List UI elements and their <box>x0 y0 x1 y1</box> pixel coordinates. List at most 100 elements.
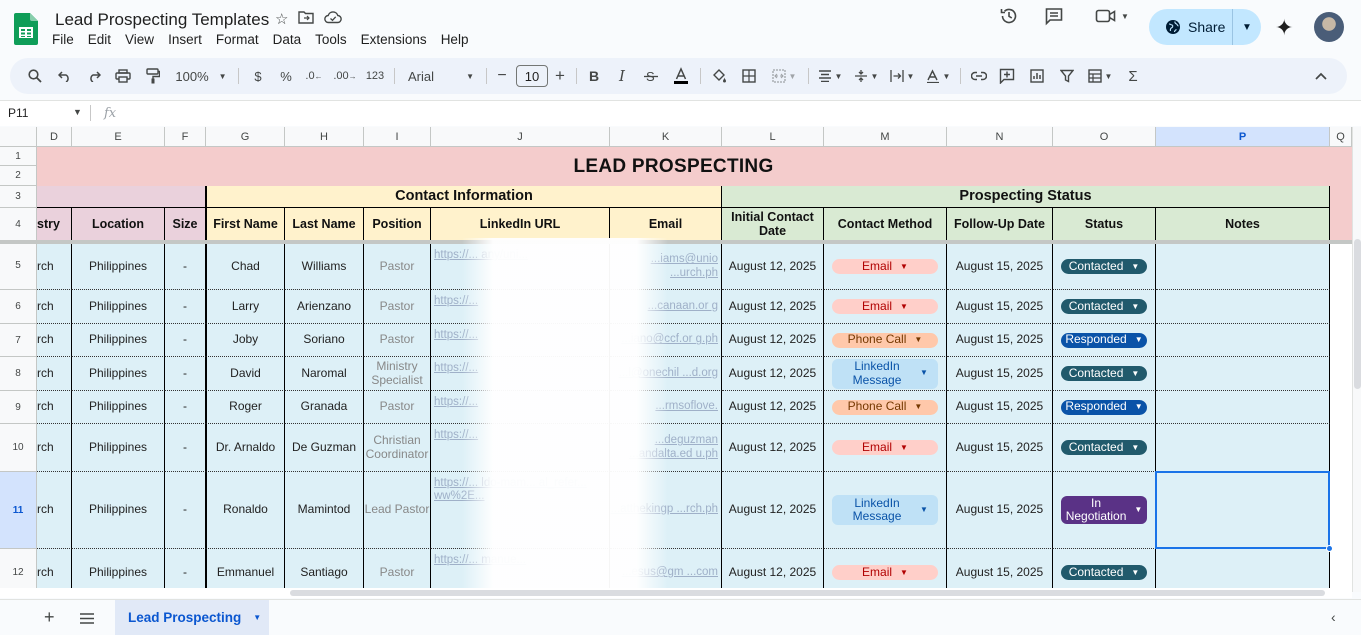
cell-size[interactable]: - <box>165 244 206 290</box>
cell-method[interactable]: Email ▼ <box>824 424 947 472</box>
cell-location[interactable]: Philippines <box>72 357 165 391</box>
header-first-name[interactable]: First Name <box>206 208 285 241</box>
font-size-input[interactable]: 10 <box>516 65 548 87</box>
increase-decimal-button[interactable]: .00 → <box>332 58 358 94</box>
cell-position[interactable]: Pastor <box>364 549 431 592</box>
cell-size[interactable]: - <box>165 472 206 549</box>
gemini-icon[interactable]: ✦ <box>1275 15 1293 41</box>
column-header-m[interactable]: M <box>824 127 947 147</box>
column-header-n[interactable]: N <box>947 127 1053 147</box>
font-family-select[interactable]: Arial ▼ <box>402 58 480 94</box>
column-header-j[interactable]: J <box>431 127 610 147</box>
vertical-scrollbar[interactable] <box>1352 127 1361 592</box>
share-dropdown-icon[interactable]: ▼ <box>1233 22 1261 33</box>
status-chip[interactable]: Responded ▼ <box>1061 399 1147 415</box>
search-menus-icon[interactable] <box>24 58 46 94</box>
cell-method[interactable]: Email ▼ <box>824 244 947 290</box>
header-size[interactable]: Size <box>165 208 206 241</box>
row-header-10[interactable]: 10 <box>0 424 37 472</box>
functions-icon[interactable]: Σ <box>1122 58 1144 94</box>
status-chip[interactable]: In Negotiation ▼ <box>1061 496 1147 524</box>
menu-extensions[interactable]: Extensions <box>361 32 433 47</box>
fill-color-icon[interactable] <box>708 58 730 94</box>
cloud-status-icon[interactable] <box>324 10 343 28</box>
percent-format-button[interactable]: % <box>276 58 296 94</box>
vertical-align-icon[interactable]: ▼ <box>850 58 882 94</box>
merge-cells-icon[interactable]: ▼ <box>766 58 802 94</box>
spreadsheet-grid[interactable]: D E F G H I J K L M N O P Q 1 2 3 4 5 6 7 8 9 10 11 12 LEAD PROSPE… <box>0 127 1352 592</box>
cell-followup[interactable]: August 15, 2025 <box>947 549 1053 592</box>
column-header-d[interactable]: D <box>37 127 72 147</box>
cell-size[interactable]: - <box>165 424 206 472</box>
cell-first[interactable]: David <box>206 357 285 391</box>
cell-size[interactable]: - <box>165 391 206 424</box>
status-chip[interactable]: Contacted ▼ <box>1061 565 1147 580</box>
group-band-status[interactable]: Prospecting Status <box>722 186 1330 208</box>
cell-position[interactable]: Ministry Specialist <box>364 357 431 391</box>
status-chip[interactable]: Contacted ▼ <box>1061 259 1147 274</box>
paint-format-icon[interactable] <box>142 58 164 94</box>
sheet-explore-arrow-icon[interactable]: ‹ <box>1331 609 1336 625</box>
cell-notes[interactable] <box>1156 472 1330 549</box>
cell-last[interactable]: De Guzman <box>285 424 364 472</box>
cell-location[interactable]: Philippines <box>72 472 165 549</box>
cell-last[interactable]: Mamintod <box>285 472 364 549</box>
borders-icon[interactable] <box>738 58 760 94</box>
row-header-7[interactable]: 7 <box>0 324 37 357</box>
column-header-f[interactable]: F <box>165 127 206 147</box>
cell-followup[interactable]: August 15, 2025 <box>947 391 1053 424</box>
header-follow-up[interactable]: Follow-Up Date <box>947 208 1053 241</box>
share-button[interactable]: Share ▼ <box>1149 9 1261 45</box>
column-header-q[interactable]: Q <box>1330 127 1352 147</box>
cell-first[interactable]: Emmanuel <box>206 549 285 592</box>
redo-icon[interactable] <box>83 58 105 94</box>
menu-view[interactable]: View <box>125 32 160 47</box>
column-header-p[interactable]: P <box>1156 127 1330 147</box>
cell-notes[interactable] <box>1156 290 1330 324</box>
cell-size[interactable]: - <box>165 549 206 592</box>
cell-last[interactable]: Soriano <box>285 324 364 357</box>
cell-followup[interactable]: August 15, 2025 <box>947 472 1053 549</box>
row-header-12[interactable]: 12 <box>0 549 37 592</box>
cell-industry[interactable]: rch <box>37 290 72 324</box>
cell-first[interactable]: Ronaldo <box>206 472 285 549</box>
group-band-company[interactable] <box>37 186 206 208</box>
vertical-scroll-thumb[interactable] <box>1354 239 1361 389</box>
move-folder-icon[interactable] <box>298 10 315 28</box>
cell-first[interactable]: Roger <box>206 391 285 424</box>
column-header-e[interactable]: E <box>72 127 165 147</box>
filter-icon[interactable] <box>1056 58 1078 94</box>
name-box[interactable]: P11 <box>8 106 28 120</box>
cell-initial[interactable]: August 12, 2025 <box>722 549 824 592</box>
contact-method-chip[interactable]: Email ▼ <box>832 565 938 580</box>
cell-status[interactable]: Contacted ▼ <box>1053 549 1156 592</box>
header-last-name[interactable]: Last Name <box>285 208 364 241</box>
cell-location[interactable]: Philippines <box>72 244 165 290</box>
row-header-11[interactable]: 11 <box>0 472 37 549</box>
title-band[interactable]: LEAD PROSPECTING <box>37 147 1330 186</box>
cell-position[interactable]: Pastor <box>364 391 431 424</box>
row-header-4[interactable]: 4 <box>0 208 37 241</box>
header-linkedin[interactable]: LinkedIn URL <box>431 208 610 241</box>
cell-first[interactable]: Chad <box>206 244 285 290</box>
cell-position[interactable]: Pastor <box>364 324 431 357</box>
cell-method[interactable]: Email ▼ <box>824 549 947 592</box>
all-sheets-icon[interactable] <box>80 611 94 629</box>
cell-last[interactable]: Arienzano <box>285 290 364 324</box>
horizontal-align-icon[interactable]: ▼ <box>814 58 846 94</box>
cell-followup[interactable]: August 15, 2025 <box>947 244 1053 290</box>
formula-input[interactable] <box>125 101 1345 125</box>
contact-method-chip[interactable]: Phone Call ▼ <box>832 399 938 415</box>
column-header-o[interactable]: O <box>1053 127 1156 147</box>
sheet-tab-dropdown-icon[interactable]: ▼ <box>253 613 261 622</box>
cell-initial[interactable]: August 12, 2025 <box>722 290 824 324</box>
status-chip[interactable]: Responded ▼ <box>1061 332 1147 348</box>
cell-initial[interactable]: August 12, 2025 <box>722 357 824 391</box>
cell-method[interactable]: Phone Call ▼ <box>824 391 947 424</box>
row-header-1[interactable]: 1 <box>0 147 37 166</box>
cell-position[interactable]: Christian Coordinator <box>364 424 431 472</box>
row-header-9[interactable]: 9 <box>0 391 37 424</box>
cell-industry[interactable]: rch <box>37 357 72 391</box>
cell-method[interactable]: Phone Call ▼ <box>824 324 947 357</box>
header-position[interactable]: Position <box>364 208 431 241</box>
